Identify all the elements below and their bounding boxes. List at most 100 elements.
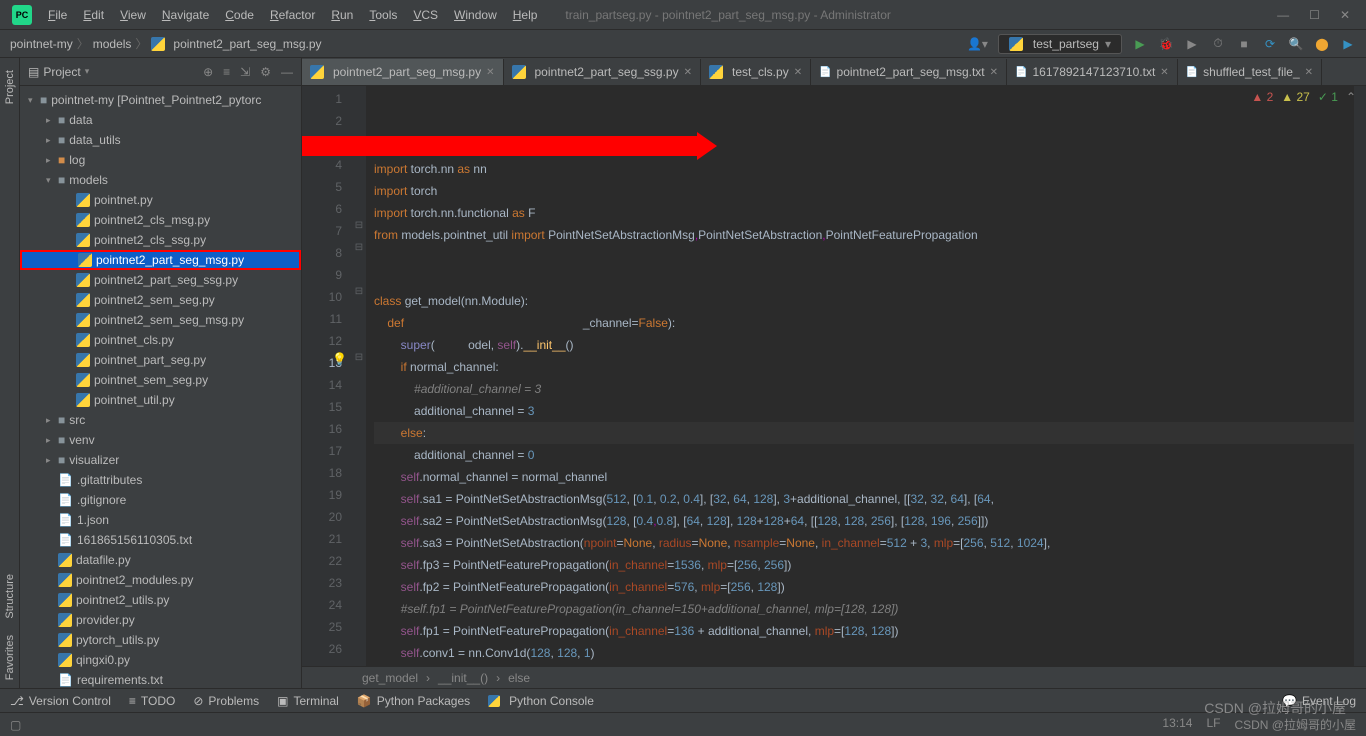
menu-refactor[interactable]: Refactor [262,4,323,26]
line-ending[interactable]: LF [1206,716,1220,733]
tree-item[interactable]: ▸■visualizer [20,450,301,470]
editor-tab[interactable]: pointnet2_part_seg_msg.py✕ [302,59,504,85]
run-config-selector[interactable]: test_partseg ▾ [998,34,1122,54]
tree-item[interactable]: pointnet_sem_seg.py [20,370,301,390]
fold-gutter[interactable]: ⊟⊟⊟⊟ [352,86,366,666]
breadcrumb: pointnet-my〉models〉pointnet2_part_seg_ms… [10,35,322,52]
breadcrumb-item[interactable]: pointnet2_part_seg_msg.py [151,37,321,51]
tab-close-icon[interactable]: ✕ [794,67,802,78]
collapse-icon[interactable]: ⇲ [240,65,250,79]
tree-item[interactable]: ▸■log [20,150,301,170]
tree-item[interactable]: pointnet2_cls_ssg.py [20,230,301,250]
menu-file[interactable]: File [40,4,75,26]
menu-run[interactable]: Run [323,4,361,26]
editor-tab[interactable]: 📄1617892147123710.txt✕ [1007,59,1178,85]
tab-close-icon[interactable]: ✕ [1305,67,1313,78]
tree-item[interactable]: 📄.gitattributes [20,470,301,490]
menu-help[interactable]: Help [505,4,546,26]
editor-tab[interactable]: pointnet2_part_seg_ssg.py✕ [504,59,702,85]
code-content[interactable]: 💡 import torch.nn as nnimport torchimpor… [366,86,1354,666]
tab-close-icon[interactable]: ✕ [486,67,494,78]
menu-navigate[interactable]: Navigate [154,4,217,26]
tree-item[interactable]: pytorch_utils.py [20,630,301,650]
tree-item[interactable]: pointnet2_part_seg_msg.py [20,250,301,270]
bt-python-packages[interactable]: 📦Python Packages [357,694,470,708]
tree-item[interactable]: 📄161865156110305.txt [20,530,301,550]
code-editor[interactable]: ▲ 2 ▲ 27 ✓ 1 ⌃ 1234567891011121314151617… [302,86,1366,666]
tree-item[interactable]: pointnet2_cls_msg.py [20,210,301,230]
debug-icon[interactable]: 🐞 [1158,36,1174,52]
profile-icon[interactable]: ⏱ [1210,36,1226,52]
search-icon[interactable]: 🔍 [1288,36,1304,52]
maximize-icon[interactable]: ☐ [1309,8,1320,22]
tree-item[interactable]: ▸■data [20,110,301,130]
tree-item[interactable]: ▸■src [20,410,301,430]
error-stripe[interactable] [1354,86,1366,666]
expand-icon[interactable]: ≡ [223,65,230,79]
tree-item[interactable]: ▸■data_utils [20,130,301,150]
project-tree[interactable]: ▾ ■ pointnet-my [Pointnet_Pointnet2_pyto… [20,86,301,688]
tree-item[interactable]: pointnet2_modules.py [20,570,301,590]
user-icon[interactable]: 👤▾ [967,37,988,51]
tree-item[interactable]: 📄1.json [20,510,301,530]
inspection-indicators[interactable]: ▲ 2 ▲ 27 ✓ 1 ⌃ [1251,90,1356,104]
bt-python-console[interactable]: Python Console [488,694,594,708]
menu-vcs[interactable]: VCS [405,4,446,26]
editor-tab[interactable]: 📄shuffled_test_file_✕ [1178,59,1322,85]
coverage-icon[interactable]: ▶ [1184,36,1200,52]
project-header[interactable]: ▤Project▾ [28,65,89,79]
run-config-label: test_partseg [1033,37,1099,51]
menu-view[interactable]: View [112,4,154,26]
ide-help-icon[interactable]: ⬤ [1314,36,1330,52]
tree-item[interactable]: pointnet2_sem_seg_msg.py [20,310,301,330]
tree-item[interactable]: ▾■models [20,170,301,190]
locate-icon[interactable]: ⊕ [203,65,213,79]
tree-item[interactable]: pointnet_cls.py [20,330,301,350]
menu-window[interactable]: Window [446,4,505,26]
tab-close-icon[interactable]: ✕ [684,67,692,78]
bt-terminal[interactable]: ▣Terminal [277,694,339,708]
breadcrumb-item[interactable]: pointnet-my [10,37,73,51]
python-icon [1009,37,1023,51]
run-icon[interactable]: ▶ [1132,36,1148,52]
status-bar: ▢ 13:14 LF CSDN @拉姆哥的小屋 [0,712,1366,736]
tree-item[interactable]: pointnet_part_seg.py [20,350,301,370]
tree-item[interactable]: pointnet2_part_seg_ssg.py [20,270,301,290]
tab-close-icon[interactable]: ✕ [990,67,998,78]
editor-tab[interactable]: test_cls.py✕ [701,59,811,85]
tab-project[interactable]: Project [4,62,16,112]
tree-item[interactable]: 📄requirements.txt [20,670,301,688]
tree-root[interactable]: ▾ ■ pointnet-my [Pointnet_Pointnet2_pyto… [20,90,301,110]
close-icon[interactable]: ✕ [1340,8,1350,22]
tree-item[interactable]: pointnet.py [20,190,301,210]
hide-icon[interactable]: ― [281,65,293,79]
status-indicator-icon[interactable]: ▢ [10,718,21,732]
tab-favorites[interactable]: Favorites [4,627,16,688]
code-breadcrumb[interactable]: get_model› __init__()› else [302,666,1366,688]
settings-icon[interactable]: ⚙ [260,65,271,79]
tree-item[interactable]: datafile.py [20,550,301,570]
update-icon[interactable]: ⟳ [1262,36,1278,52]
tree-item[interactable]: qingxi0.py [20,650,301,670]
cursor-position[interactable]: 13:14 [1162,716,1192,733]
tree-item[interactable]: 📄.gitignore [20,490,301,510]
tree-item[interactable]: ▸■venv [20,430,301,450]
menu-tools[interactable]: Tools [361,4,405,26]
tree-item[interactable]: pointnet2_utils.py [20,590,301,610]
bt-todo[interactable]: ≡TODO [129,694,175,708]
codewith-icon[interactable]: ▶ [1340,36,1356,52]
tree-item[interactable]: provider.py [20,610,301,630]
tab-structure[interactable]: Structure [4,566,16,627]
tree-item[interactable]: pointnet2_sem_seg.py [20,290,301,310]
tab-close-icon[interactable]: ✕ [1160,67,1168,78]
editor-tab[interactable]: 📄pointnet2_part_seg_msg.txt✕ [811,59,1007,85]
bt-version-control[interactable]: ⎇Version Control [10,694,111,708]
tree-item[interactable]: pointnet_util.py [20,390,301,410]
stop-icon[interactable]: ■ [1236,36,1252,52]
menu-code[interactable]: Code [217,4,262,26]
breadcrumb-item[interactable]: models [93,37,132,51]
minimize-icon[interactable]: ― [1277,8,1289,22]
line-number-gutter[interactable]: 1234567891011121314151617181920212223242… [302,86,352,666]
bt-problems[interactable]: ⊘Problems [193,694,259,708]
menu-edit[interactable]: Edit [75,4,112,26]
